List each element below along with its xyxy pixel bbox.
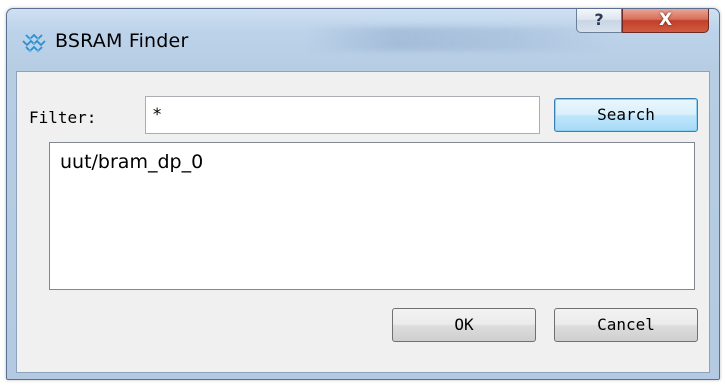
search-button[interactable]: Search (554, 98, 698, 132)
bsram-finder-dialog: BSRAM Finder ? X Filter: Search uut/bram… (6, 8, 720, 380)
window-title: BSRAM Finder (55, 30, 189, 52)
app-icon (22, 33, 46, 53)
close-icon: X (658, 10, 673, 30)
title-bar-background-blur (307, 27, 607, 51)
result-list[interactable]: uut/bram_dp_0 (49, 142, 695, 290)
cancel-button[interactable]: Cancel (554, 308, 698, 342)
filter-label: Filter: (29, 108, 97, 127)
list-item[interactable]: uut/bram_dp_0 (60, 151, 203, 173)
title-bar[interactable]: BSRAM Finder ? X (7, 9, 719, 71)
help-icon: ? (594, 10, 604, 29)
close-button[interactable]: X (622, 9, 709, 33)
filter-input[interactable] (145, 96, 540, 134)
dialog-body: Filter: Search uut/bram_dp_0 OK Cancel (16, 71, 710, 373)
help-button[interactable]: ? (576, 9, 622, 33)
ok-button[interactable]: OK (392, 308, 536, 342)
